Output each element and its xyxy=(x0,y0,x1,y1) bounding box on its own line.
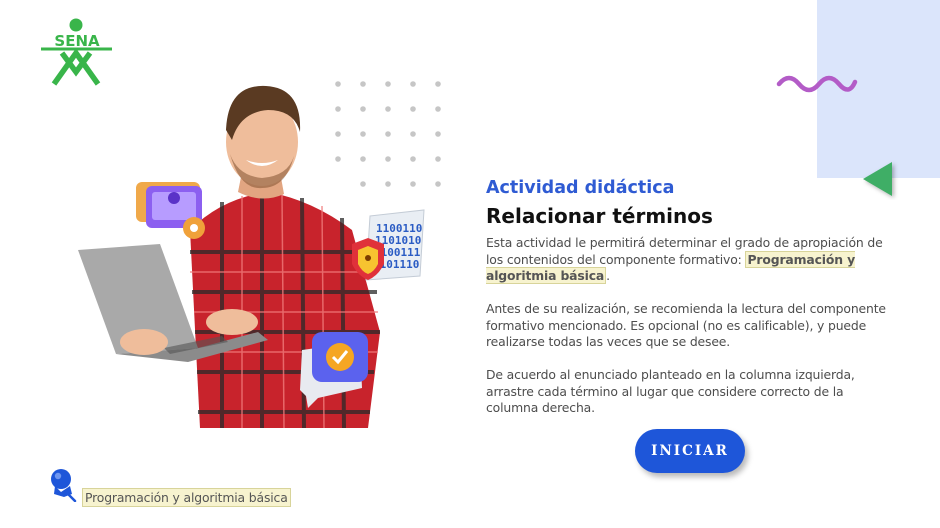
intro-text-end: . xyxy=(606,268,610,283)
logo-text: SENA xyxy=(54,32,100,50)
squiggle-decoration xyxy=(776,75,858,93)
pushpin-icon xyxy=(51,469,77,502)
recommendation-paragraph: Antes de su realización, se recomienda l… xyxy=(486,301,886,349)
activity-kicker: Actividad didáctica xyxy=(486,178,675,198)
intro-paragraph: Esta actividad le permitirá determinar e… xyxy=(486,235,886,285)
start-button[interactable]: INICIAR xyxy=(635,429,745,473)
sena-logo: SENA xyxy=(41,18,112,86)
hero-illustration: 1100110 1101010 1100111 1101110 xyxy=(78,85,425,429)
instructions-paragraph: De acuerdo al enunciado planteado en la … xyxy=(486,367,855,415)
activity-intro: Actividad didáctica Relacionar términos … xyxy=(486,176,886,433)
course-label: Programación y algoritmia básica xyxy=(82,488,291,507)
activity-title: Relacionar términos xyxy=(486,204,713,228)
